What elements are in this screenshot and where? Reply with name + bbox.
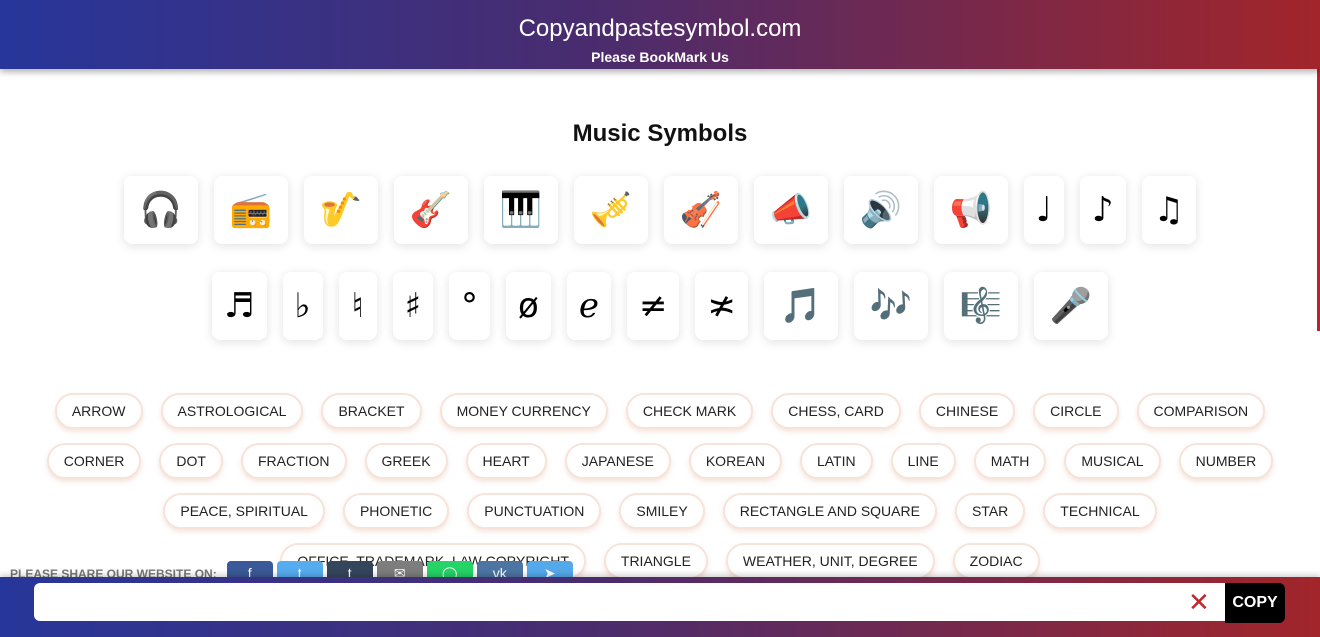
category-link[interactable]: PUNCTUATION	[467, 493, 602, 529]
symbol-card[interactable]: ≭	[695, 272, 748, 340]
site-title[interactable]: Copyandpastesymbol.com	[0, 0, 1320, 43]
symbol-card[interactable]: ♫	[1141, 176, 1197, 244]
category-link[interactable]: SMILEY	[619, 493, 705, 529]
category-link[interactable]: TRIANGLE	[603, 543, 708, 579]
symbol-card[interactable]: 🎼	[943, 272, 1018, 340]
category-link[interactable]: GREEK	[364, 443, 448, 479]
category-link[interactable]: RECTANGLE AND SQUARE	[722, 493, 937, 529]
category-link[interactable]: STAR	[954, 493, 1026, 529]
category-link[interactable]: TECHNICAL	[1043, 493, 1157, 529]
symbol-card[interactable]: 🔊	[843, 176, 918, 244]
category-link[interactable]: HEART	[465, 443, 547, 479]
category-link[interactable]: BRACKET	[321, 393, 422, 429]
symbol-card[interactable]: 📻	[213, 176, 288, 244]
category-link[interactable]: LINE	[890, 443, 956, 479]
symbol-card[interactable]: 🎷	[303, 176, 378, 244]
symbol-card[interactable]: ♭	[282, 272, 323, 340]
category-link[interactable]: CORNER	[46, 443, 142, 479]
symbol-card[interactable]: ♩	[1023, 176, 1064, 244]
symbol-card[interactable]: ø	[506, 272, 551, 340]
category-link[interactable]: MUSICAL	[1064, 443, 1161, 479]
category-link[interactable]: ZODIAC	[952, 543, 1040, 579]
symbol-card[interactable]: 🎹	[483, 176, 558, 244]
site-subtitle: Please BookMark Us	[591, 49, 729, 65]
category-link[interactable]: MONEY CURRENCY	[439, 393, 608, 429]
category-link[interactable]: NUMBER	[1178, 443, 1274, 479]
copy-bar: ✕ COPY	[0, 577, 1320, 637]
category-link[interactable]: CHESS, CARD	[771, 393, 901, 429]
symbol-card[interactable]: 🎺	[573, 176, 648, 244]
symbol-grid: 🎧 📻 🎷 🎸 🎹 🎺 🎻 📣 🔊 📢 ♩ ♪ ♫ ♬ ♭ ♮ ♯ ° ø ℯ ≠ ≭ 🎵 🎶 🎼 🎤	[90, 176, 1230, 340]
copy-input[interactable]	[34, 583, 1225, 621]
symbol-card[interactable]: 🎤	[1033, 272, 1108, 340]
category-link[interactable]: CIRCLE	[1033, 393, 1119, 429]
category-link[interactable]: CHECK MARK	[625, 393, 754, 429]
symbol-card[interactable]: °	[449, 272, 491, 340]
symbol-card[interactable]: ℯ	[566, 272, 611, 340]
page-title: Music Symbols	[572, 120, 748, 147]
category-link[interactable]: PHONETIC	[342, 493, 450, 529]
category-link[interactable]: LATIN	[799, 443, 873, 479]
symbol-card[interactable]: 🎧	[123, 176, 198, 244]
symbol-card[interactable]: 🎸	[393, 176, 468, 244]
symbol-card[interactable]: 🎻	[663, 176, 738, 244]
category-link[interactable]: FRACTION	[240, 443, 347, 479]
category-link[interactable]: DOT	[159, 443, 223, 479]
symbol-card[interactable]: 📢	[933, 176, 1008, 244]
category-link[interactable]: ASTROLOGICAL	[160, 393, 304, 429]
category-link[interactable]: COMPARISON	[1136, 393, 1266, 429]
symbol-card[interactable]: ♯	[392, 272, 434, 340]
symbol-card[interactable]: ≠	[626, 272, 680, 340]
category-link[interactable]: WEATHER, UNIT, DEGREE	[725, 543, 935, 579]
copy-button[interactable]: COPY	[1225, 583, 1285, 623]
category-link[interactable]: JAPANESE	[564, 443, 671, 479]
category-link[interactable]: KOREAN	[688, 443, 782, 479]
symbol-card[interactable]: 🎶	[853, 272, 928, 340]
symbol-card[interactable]: 🎵	[763, 272, 838, 340]
clear-icon[interactable]: ✕	[1188, 588, 1210, 616]
site-header: Copyandpastesymbol.com Please BookMark U…	[0, 0, 1320, 69]
category-link[interactable]: CHINESE	[918, 393, 1016, 429]
symbol-card[interactable]: 📣	[753, 176, 828, 244]
category-list: ARROW ASTROLOGICAL BRACKET MONEY CURRENCY CH…	[10, 393, 1310, 579]
category-link[interactable]: MATH	[973, 443, 1047, 479]
category-link[interactable]: ARROW	[54, 393, 143, 429]
symbol-card[interactable]: ♪	[1079, 176, 1126, 244]
symbol-card[interactable]: ♮	[338, 272, 377, 340]
symbol-card[interactable]: ♬	[212, 272, 267, 340]
category-link[interactable]: PEACE, SPIRITUAL	[163, 493, 325, 529]
